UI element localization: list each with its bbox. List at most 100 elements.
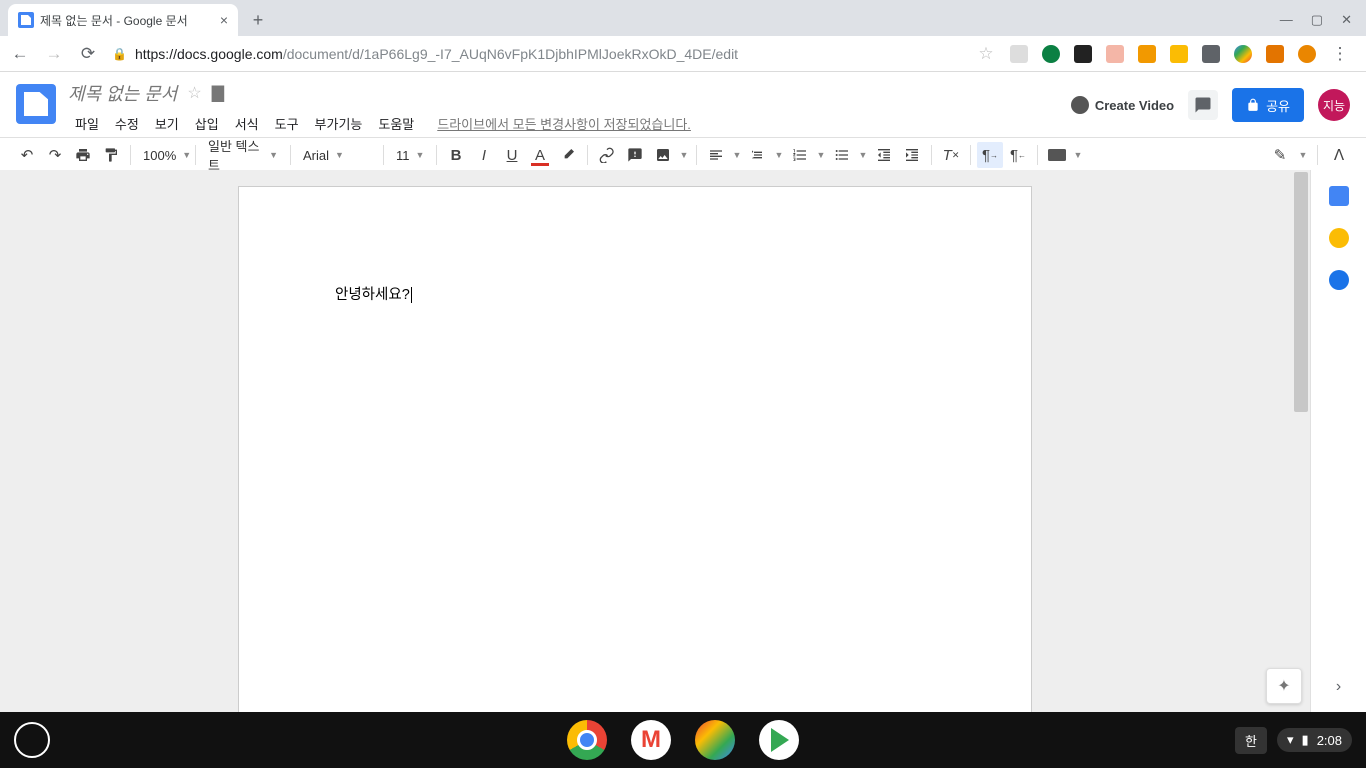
ltr-button[interactable]: ¶→ xyxy=(977,142,1003,168)
back-button[interactable]: ← xyxy=(10,44,30,64)
menu-insert[interactable]: 삽입 xyxy=(188,110,226,137)
undo-button[interactable]: ↶ xyxy=(14,142,40,168)
editing-dropdown[interactable]: ▼ xyxy=(1297,150,1309,160)
window-controls: — ▢ ✕ xyxy=(1266,12,1366,36)
spacing-dropdown[interactable]: ▼ xyxy=(773,150,785,160)
play-store-icon[interactable] xyxy=(759,720,799,760)
ext-icon[interactable] xyxy=(1106,45,1124,63)
redo-button[interactable]: ↷ xyxy=(42,142,68,168)
browser-tab[interactable]: 제목 없는 문서 - Google 문서 × xyxy=(8,4,238,36)
highlight-button[interactable] xyxy=(555,142,581,168)
side-panel: › xyxy=(1310,170,1366,712)
docs-logo-icon[interactable] xyxy=(16,84,56,124)
docs-header: 제목 없는 문서 ☆ ▇ 파일 수정 보기 삽입 서식 도구 부가기능 도움말 … xyxy=(0,72,1366,137)
url-field[interactable]: 🔒 https://docs.google.com/document/d/1aP… xyxy=(112,46,962,62)
folder-icon[interactable]: ▇ xyxy=(212,83,224,103)
ext-icon[interactable] xyxy=(1074,45,1092,63)
ext-icon[interactable] xyxy=(1266,45,1284,63)
print-button[interactable] xyxy=(70,142,96,168)
gmail-app-icon[interactable]: M xyxy=(631,720,671,760)
app-icon[interactable] xyxy=(695,720,735,760)
bulleted-list-button[interactable] xyxy=(829,142,855,168)
ext-icon[interactable] xyxy=(1042,45,1060,63)
menu-bar: 파일 수정 보기 삽입 서식 도구 부가기능 도움말 드라이브에서 모든 변경사… xyxy=(68,110,1071,137)
input-tools-button[interactable] xyxy=(1044,142,1070,168)
ext-icon[interactable] xyxy=(1010,45,1028,63)
keep-icon[interactable] xyxy=(1329,228,1349,248)
expand-panel-icon[interactable]: › xyxy=(1336,678,1341,696)
menu-addons[interactable]: 부가기능 xyxy=(308,110,370,137)
text-color-button[interactable]: A xyxy=(527,142,553,168)
tasks-icon[interactable] xyxy=(1329,270,1349,290)
clock: 2:08 xyxy=(1317,733,1342,748)
lock-icon: 🔒 xyxy=(112,47,127,61)
zoom-select[interactable]: 100%▼ xyxy=(137,142,189,168)
chrome-app-icon[interactable] xyxy=(567,720,607,760)
ext-icon[interactable] xyxy=(1138,45,1156,63)
bold-button[interactable]: B xyxy=(443,142,469,168)
ext-icon[interactable] xyxy=(1298,45,1316,63)
ext-icon[interactable] xyxy=(1170,45,1188,63)
font-size-select[interactable]: 11▼ xyxy=(390,142,430,168)
decrease-indent-button[interactable] xyxy=(871,142,897,168)
forward-button[interactable]: → xyxy=(44,44,64,64)
numbered-list-button[interactable] xyxy=(787,142,813,168)
calendar-icon[interactable] xyxy=(1329,186,1349,206)
document-canvas: 안녕하세요? xyxy=(0,170,1310,712)
ext-icon[interactable] xyxy=(1202,45,1220,63)
menu-file[interactable]: 파일 xyxy=(68,110,106,137)
chromeos-shelf: M 한 ▾ ▮ 2:08 xyxy=(0,712,1366,768)
menu-icon[interactable]: ⋮ xyxy=(1330,44,1350,64)
insert-link-button[interactable] xyxy=(594,142,620,168)
reload-button[interactable]: ⟳ xyxy=(78,44,98,64)
numbered-dropdown[interactable]: ▼ xyxy=(815,150,827,160)
save-status[interactable]: 드라이브에서 모든 변경사항이 저장되었습니다. xyxy=(437,114,691,133)
system-tray[interactable]: ▾ ▮ 2:08 xyxy=(1277,728,1352,752)
menu-help[interactable]: 도움말 xyxy=(371,110,421,137)
address-bar: ← → ⟳ 🔒 https://docs.google.com/document… xyxy=(0,36,1366,72)
clear-formatting-button[interactable]: T✕ xyxy=(938,142,964,168)
italic-button[interactable]: I xyxy=(471,142,497,168)
align-button[interactable] xyxy=(703,142,729,168)
image-dropdown[interactable]: ▼ xyxy=(678,150,690,160)
insert-image-button[interactable] xyxy=(650,142,676,168)
user-avatar[interactable]: 지능 xyxy=(1318,89,1350,121)
close-tab-icon[interactable]: × xyxy=(220,12,228,28)
editing-mode-button[interactable]: ✎ xyxy=(1267,142,1293,168)
battery-icon: ▮ xyxy=(1302,732,1309,748)
document-page[interactable]: 안녕하세요? xyxy=(238,186,1032,712)
url-path: /document/d/1aP66Lg9_-I7_AUqN6vFpK1DjbhI… xyxy=(283,46,738,62)
align-dropdown[interactable]: ▼ xyxy=(731,150,743,160)
comments-button[interactable] xyxy=(1188,90,1218,120)
close-window-icon[interactable]: ✕ xyxy=(1341,12,1352,28)
paragraph-style-select[interactable]: 일반 텍스트▼ xyxy=(202,142,284,168)
document-text[interactable]: 안녕하세요? xyxy=(335,287,410,303)
increase-indent-button[interactable] xyxy=(899,142,925,168)
new-tab-button[interactable]: + xyxy=(244,6,272,34)
bulleted-dropdown[interactable]: ▼ xyxy=(857,150,869,160)
launcher-button[interactable] xyxy=(14,722,50,758)
share-button[interactable]: 공유 xyxy=(1232,88,1304,122)
ime-indicator[interactable]: 한 xyxy=(1235,727,1267,754)
insert-comment-button[interactable] xyxy=(622,142,648,168)
line-spacing-button[interactable] xyxy=(745,142,771,168)
star-icon[interactable]: ☆ xyxy=(187,83,201,103)
font-select[interactable]: Arial▼ xyxy=(297,142,377,168)
rtl-button[interactable]: ¶← xyxy=(1005,142,1031,168)
paint-format-button[interactable] xyxy=(98,142,124,168)
ext-icon[interactable] xyxy=(1234,45,1252,63)
menu-edit[interactable]: 수정 xyxy=(108,110,146,137)
hide-menus-button[interactable]: ᐱ xyxy=(1326,142,1352,168)
bookmark-star-icon[interactable]: ☆ xyxy=(976,44,996,64)
vertical-scrollbar[interactable] xyxy=(1294,172,1308,412)
input-tools-dropdown[interactable]: ▼ xyxy=(1072,150,1084,160)
menu-tools[interactable]: 도구 xyxy=(268,110,306,137)
menu-format[interactable]: 서식 xyxy=(228,110,266,137)
document-title[interactable]: 제목 없는 문서 xyxy=(68,80,177,106)
menu-view[interactable]: 보기 xyxy=(148,110,186,137)
create-video-button[interactable]: Create Video xyxy=(1071,96,1174,114)
underline-button[interactable]: U xyxy=(499,142,525,168)
maximize-icon[interactable]: ▢ xyxy=(1311,12,1323,28)
minimize-icon[interactable]: — xyxy=(1280,12,1293,28)
explore-button[interactable]: ✦ xyxy=(1266,668,1302,704)
